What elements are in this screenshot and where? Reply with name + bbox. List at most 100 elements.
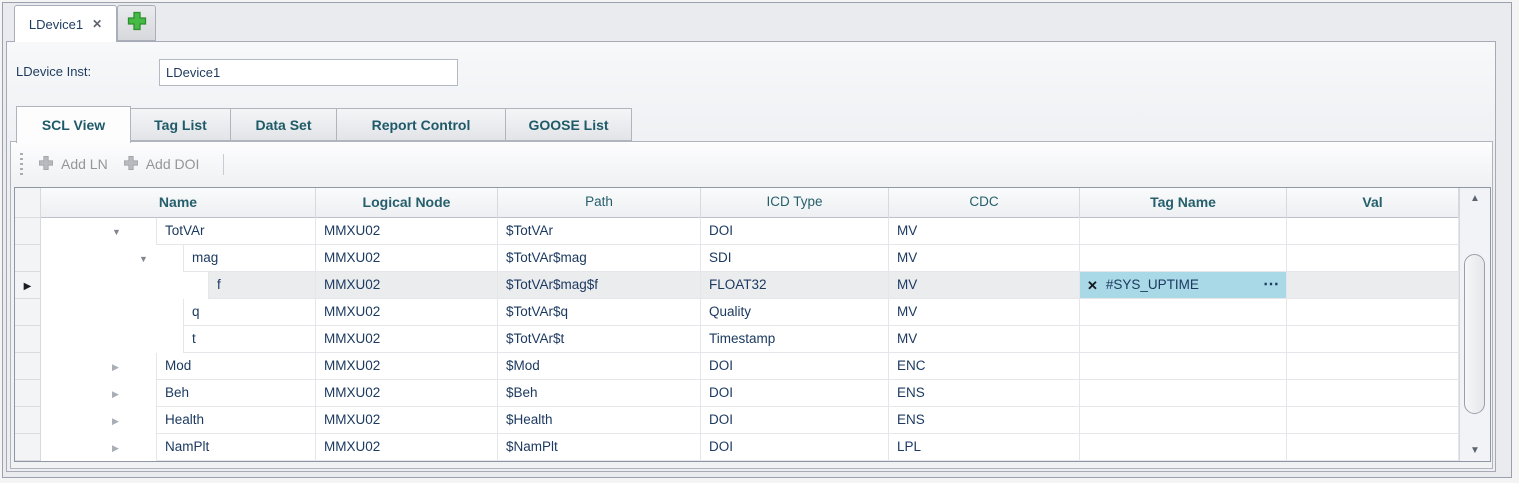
tab-report-control[interactable]: Report Control bbox=[336, 108, 506, 141]
tag-name-cell[interactable] bbox=[1080, 434, 1287, 461]
path-cell[interactable]: $Beh bbox=[498, 380, 701, 407]
cdc-cell[interactable]: ENC bbox=[889, 353, 1080, 380]
logical-node-cell[interactable]: MMXU02 bbox=[316, 218, 498, 245]
column-header-icd-type[interactable]: ICD Type bbox=[701, 188, 889, 218]
val-cell[interactable] bbox=[1287, 353, 1459, 380]
icd-type-cell[interactable]: DOI bbox=[701, 434, 889, 461]
cdc-cell[interactable]: ENS bbox=[889, 380, 1080, 407]
table-row[interactable]: ▶ Beh MMXU02 $Beh DOI ENS bbox=[15, 380, 1490, 407]
path-cell[interactable]: $TotVAr bbox=[498, 218, 701, 245]
logical-node-cell[interactable]: MMXU02 bbox=[316, 380, 498, 407]
column-header-val[interactable]: Val bbox=[1287, 188, 1459, 218]
table-row[interactable]: q MMXU02 $TotVAr$q Quality MV bbox=[15, 299, 1490, 326]
name-cell[interactable]: ▼ TotVAr bbox=[41, 218, 316, 245]
tab-ldevice1[interactable]: LDevice1 ✕ bbox=[14, 5, 117, 42]
cdc-cell[interactable]: MV bbox=[889, 272, 1080, 299]
val-cell[interactable] bbox=[1287, 380, 1459, 407]
expander-expanded-icon[interactable]: ▼ bbox=[112, 219, 121, 245]
name-cell[interactable]: f bbox=[41, 272, 316, 299]
cdc-cell[interactable]: MV bbox=[889, 299, 1080, 326]
close-icon[interactable]: ✕ bbox=[92, 18, 102, 30]
cdc-cell[interactable]: ENS bbox=[889, 407, 1080, 434]
val-cell[interactable] bbox=[1287, 299, 1459, 326]
val-cell[interactable] bbox=[1287, 272, 1459, 299]
path-cell[interactable]: $TotVAr$mag$f bbox=[498, 272, 701, 299]
tag-name-cell-assigned[interactable]: ✕ #SYS_UPTIME ⋯ bbox=[1080, 272, 1287, 299]
logical-node-cell[interactable]: MMXU02 bbox=[316, 326, 498, 353]
icd-type-cell[interactable]: FLOAT32 bbox=[701, 272, 889, 299]
ldevice-inst-input[interactable] bbox=[159, 59, 458, 86]
vertical-scrollbar[interactable]: ▲ ▼ bbox=[1459, 188, 1490, 461]
tag-name-cell[interactable] bbox=[1080, 407, 1287, 434]
scrollbar-thumb[interactable] bbox=[1464, 254, 1485, 414]
tab-goose-list[interactable]: GOOSE List bbox=[505, 108, 632, 141]
name-cell[interactable]: ▶ Mod bbox=[41, 353, 316, 380]
tab-tag-list[interactable]: Tag List bbox=[130, 108, 231, 141]
cdc-cell[interactable]: MV bbox=[889, 326, 1080, 353]
name-cell[interactable]: ▶ Beh bbox=[41, 380, 316, 407]
expander-collapsed-icon[interactable]: ▶ bbox=[112, 381, 119, 407]
path-cell[interactable]: $NamPlt bbox=[498, 434, 701, 461]
logical-node-cell[interactable]: MMXU02 bbox=[316, 299, 498, 326]
column-header-path[interactable]: Path bbox=[498, 188, 701, 218]
tag-name-cell[interactable] bbox=[1080, 218, 1287, 245]
val-cell[interactable] bbox=[1287, 245, 1459, 272]
table-row[interactable]: ▶ Health MMXU02 $Health DOI ENS bbox=[15, 407, 1490, 434]
expander-collapsed-icon[interactable]: ▶ bbox=[112, 354, 119, 380]
add-tab-button[interactable] bbox=[117, 5, 156, 41]
path-cell[interactable]: $TotVAr$t bbox=[498, 326, 701, 353]
column-header-logical-node[interactable]: Logical Node bbox=[316, 188, 498, 218]
path-cell[interactable]: $Health bbox=[498, 407, 701, 434]
cdc-cell[interactable]: MV bbox=[889, 218, 1080, 245]
add-ln-button[interactable]: Add LN bbox=[38, 155, 108, 174]
tab-data-set[interactable]: Data Set bbox=[230, 108, 337, 141]
expander-collapsed-icon[interactable]: ▶ bbox=[112, 408, 119, 434]
icd-type-cell[interactable]: Quality bbox=[701, 299, 889, 326]
name-cell[interactable]: ▼ mag bbox=[41, 245, 316, 272]
table-row[interactable]: ▼ mag MMXU02 $TotVAr$mag SDI MV bbox=[15, 245, 1490, 272]
val-cell[interactable] bbox=[1287, 407, 1459, 434]
logical-node-cell[interactable]: MMXU02 bbox=[316, 272, 498, 299]
expander-expanded-icon[interactable]: ▼ bbox=[139, 246, 148, 272]
logical-node-cell[interactable]: MMXU02 bbox=[316, 353, 498, 380]
tag-name-cell[interactable] bbox=[1080, 380, 1287, 407]
icd-type-cell[interactable]: Timestamp bbox=[701, 326, 889, 353]
path-cell[interactable]: $TotVAr$mag bbox=[498, 245, 701, 272]
scroll-down-icon[interactable]: ▼ bbox=[1460, 445, 1490, 456]
icd-type-cell[interactable]: DOI bbox=[701, 218, 889, 245]
tab-scl-view[interactable]: SCL View bbox=[16, 106, 131, 143]
logical-node-cell[interactable]: MMXU02 bbox=[316, 407, 498, 434]
tag-name-cell[interactable] bbox=[1080, 353, 1287, 380]
toolbar-grip-handle[interactable] bbox=[20, 153, 23, 175]
column-header-tag-name[interactable]: Tag Name bbox=[1080, 188, 1287, 218]
table-row-selected[interactable]: ▶ f MMXU02 $TotVAr$mag$f FLOAT32 MV ✕ #S… bbox=[15, 272, 1490, 299]
table-row[interactable]: ▶ Mod MMXU02 $Mod DOI ENC bbox=[15, 353, 1490, 380]
table-row[interactable]: ▶ NamPlt MMXU02 $NamPlt DOI LPL bbox=[15, 434, 1490, 461]
name-cell[interactable]: q bbox=[41, 299, 316, 326]
table-row[interactable]: t MMXU02 $TotVAr$t Timestamp MV bbox=[15, 326, 1490, 353]
icd-type-cell[interactable]: DOI bbox=[701, 380, 889, 407]
icd-type-cell[interactable]: DOI bbox=[701, 407, 889, 434]
path-cell[interactable]: $Mod bbox=[498, 353, 701, 380]
val-cell[interactable] bbox=[1287, 218, 1459, 245]
scroll-up-icon[interactable]: ▲ bbox=[1460, 193, 1490, 204]
logical-node-cell[interactable]: MMXU02 bbox=[316, 245, 498, 272]
column-header-cdc[interactable]: CDC bbox=[889, 188, 1080, 218]
tag-name-cell[interactable] bbox=[1080, 326, 1287, 353]
val-cell[interactable] bbox=[1287, 434, 1459, 461]
expander-collapsed-icon[interactable]: ▶ bbox=[112, 435, 119, 461]
table-row[interactable]: ▼ TotVAr MMXU02 $TotVAr DOI MV bbox=[15, 218, 1490, 245]
path-cell[interactable]: $TotVAr$q bbox=[498, 299, 701, 326]
icd-type-cell[interactable]: SDI bbox=[701, 245, 889, 272]
cdc-cell[interactable]: MV bbox=[889, 245, 1080, 272]
clear-tag-icon[interactable]: ✕ bbox=[1087, 279, 1098, 292]
logical-node-cell[interactable]: MMXU02 bbox=[316, 434, 498, 461]
val-cell[interactable] bbox=[1287, 326, 1459, 353]
icd-type-cell[interactable]: DOI bbox=[701, 353, 889, 380]
name-cell[interactable]: ▶ Health bbox=[41, 407, 316, 434]
cdc-cell[interactable]: LPL bbox=[889, 434, 1080, 461]
tag-browse-ellipsis-button[interactable]: ⋯ bbox=[1263, 277, 1279, 293]
tag-name-cell[interactable] bbox=[1080, 245, 1287, 272]
tag-name-cell[interactable] bbox=[1080, 299, 1287, 326]
add-doi-button[interactable]: Add DOI bbox=[123, 155, 200, 174]
